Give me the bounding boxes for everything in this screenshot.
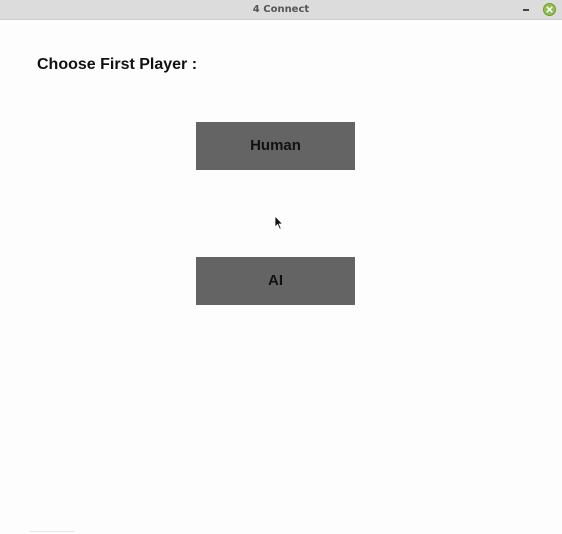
minimize-button[interactable] <box>518 2 534 18</box>
bottom-divider <box>30 531 74 532</box>
choose-player-heading: Choose First Player : <box>37 56 198 73</box>
mouse-pointer-icon <box>274 215 284 230</box>
window-title: 4 Connect <box>252 4 310 15</box>
human-button[interactable]: Human <box>196 122 355 170</box>
close-icon <box>546 6 553 13</box>
minimize-icon <box>523 9 529 11</box>
close-button[interactable] <box>543 3 556 16</box>
app-window: 4 Connect Choose First Player : Human AI <box>0 0 562 534</box>
ai-button[interactable]: AI <box>196 257 355 305</box>
titlebar: 4 Connect <box>0 0 562 20</box>
